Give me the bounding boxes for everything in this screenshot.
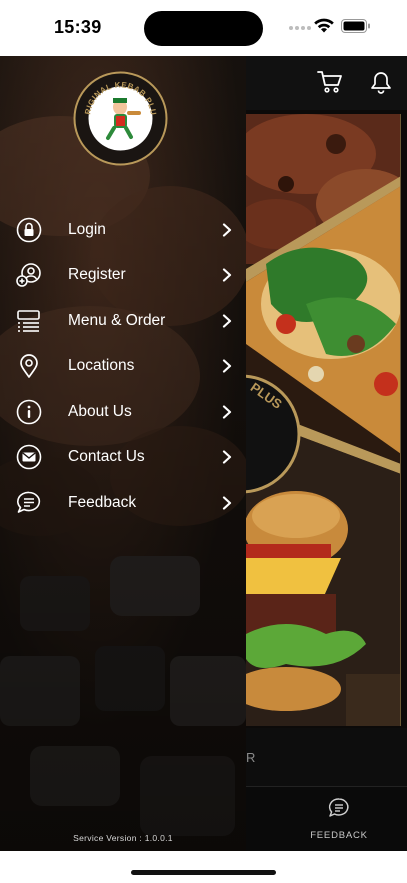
- menu-item-feedback[interactable]: Feedback: [0, 480, 246, 526]
- chevron-right-icon: [222, 314, 232, 328]
- tab-feedback-label: FEEDBACK: [310, 830, 368, 841]
- chevron-right-icon: [222, 405, 232, 419]
- battery-icon: [341, 19, 370, 33]
- menu-label-contact-us: Contact Us: [68, 448, 145, 466]
- service-version: Service Version : 1.0.0.1: [73, 833, 173, 843]
- lock-icon: [16, 217, 42, 243]
- app-header: [246, 56, 407, 110]
- chevron-right-icon: [222, 496, 232, 510]
- menu-label-locations: Locations: [68, 357, 135, 375]
- menu-label-feedback: Feedback: [68, 493, 137, 511]
- food-banner-image: PLUS: [246, 114, 401, 726]
- menu-label-menu-order: Menu & Order: [68, 311, 166, 329]
- menu-item-contact-us[interactable]: Contact Us: [0, 435, 246, 481]
- add-user-icon: [16, 263, 41, 288]
- chevron-right-icon: [222, 223, 232, 237]
- chevron-right-icon: [222, 450, 232, 464]
- menu-label-register: Register: [68, 266, 126, 284]
- chat-icon: [17, 491, 41, 513]
- info-icon: [16, 399, 42, 425]
- signal-dots-icon: [289, 26, 311, 30]
- chat-icon: [328, 798, 349, 817]
- menu-item-menu-order[interactable]: Menu & Order: [0, 298, 246, 344]
- side-drawer: ORIGINAL KEBAB PLUS Login Register: [0, 56, 246, 851]
- menu-label-login: Login: [68, 220, 106, 238]
- chevron-right-icon: [222, 268, 232, 282]
- strip-partial-text: R: [246, 750, 257, 765]
- menu-list-icon: [17, 309, 40, 332]
- location-pin-icon: [20, 354, 38, 379]
- bell-icon[interactable]: [370, 70, 392, 94]
- dynamic-island: [144, 11, 263, 46]
- mail-icon: [16, 444, 42, 470]
- brand-logo: ORIGINAL KEBAB PLUS: [73, 71, 168, 166]
- status-bar: 15:39: [0, 0, 407, 56]
- menu-item-about-us[interactable]: About Us: [0, 389, 246, 435]
- cart-icon[interactable]: [317, 70, 343, 94]
- home-indicator[interactable]: [131, 870, 276, 875]
- background-app: PLUS R FEEDBACK: [246, 56, 407, 851]
- menu-item-register[interactable]: Register: [0, 253, 246, 299]
- menu-item-login[interactable]: Login: [0, 207, 246, 253]
- chevron-right-icon: [222, 359, 232, 373]
- section-strip: R: [246, 728, 407, 786]
- status-time: 15:39: [54, 17, 102, 37]
- home-indicator-area: [0, 851, 407, 883]
- menu-label-about-us: About Us: [68, 402, 132, 420]
- menu-item-locations[interactable]: Locations: [0, 344, 246, 390]
- tab-bar: FEEDBACK: [246, 786, 407, 851]
- drawer-menu: Login Register Menu & Order Locations Ab…: [0, 207, 246, 526]
- tab-feedback[interactable]: FEEDBACK: [308, 797, 370, 841]
- wifi-icon: [314, 18, 334, 33]
